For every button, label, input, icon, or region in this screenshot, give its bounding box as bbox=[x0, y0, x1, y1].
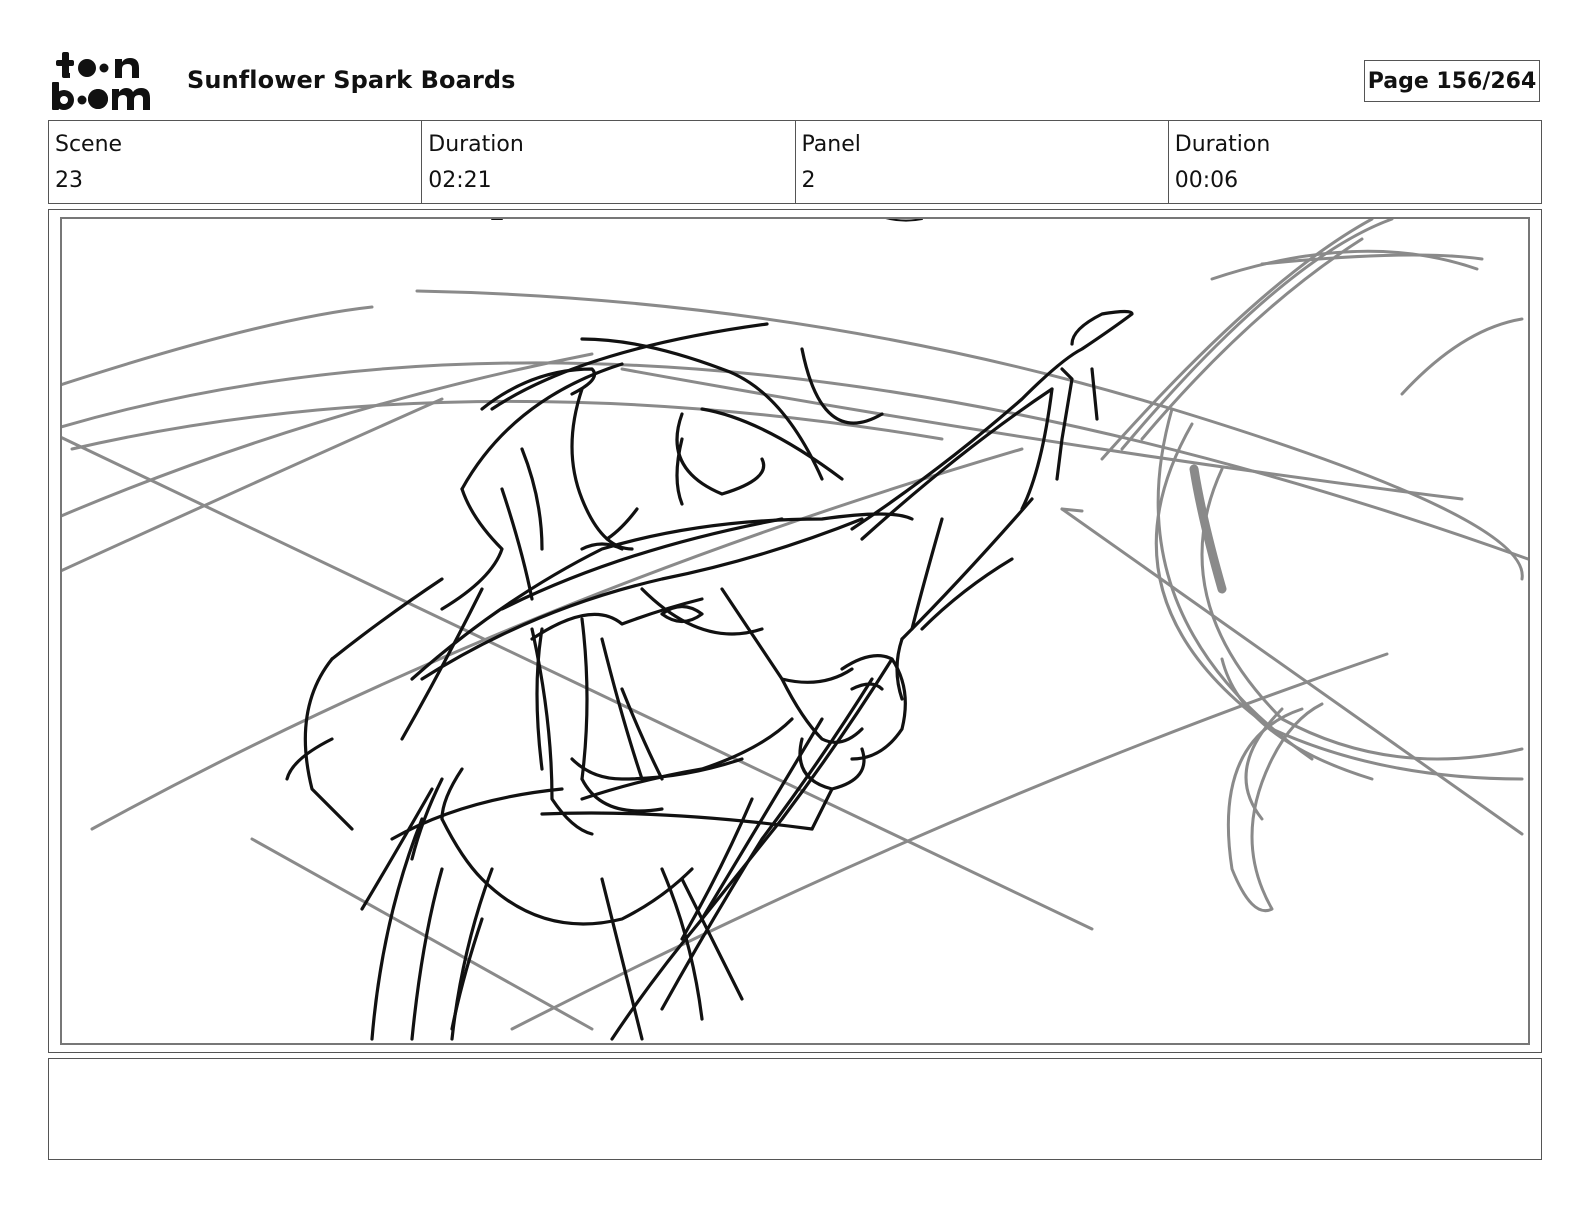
panel-duration-value: 00:06 bbox=[1174, 168, 1239, 193]
storyboard-panel-drawing bbox=[60, 217, 1530, 1045]
panel-cell: Panel 2 bbox=[796, 121, 1169, 203]
scene-value: 23 bbox=[55, 168, 83, 193]
panel-notes bbox=[48, 1058, 1542, 1160]
page-indicator: Page 156/264 bbox=[1364, 60, 1540, 102]
panel-duration-cell: Duration 00:06 bbox=[1169, 121, 1541, 203]
panel-label: Panel bbox=[801, 132, 861, 157]
project-title: Sunflower Spark Boards bbox=[187, 66, 516, 94]
scene-cell: Scene 23 bbox=[49, 121, 423, 203]
scene-duration-value: 02:21 bbox=[428, 168, 492, 193]
panel-duration-label: Duration bbox=[1174, 132, 1271, 157]
scene-duration-label: Duration bbox=[428, 132, 524, 157]
construction-lines bbox=[62, 219, 1528, 1031]
scene-info-table: Scene 23 Duration 02:21 Panel 2 Duration… bbox=[48, 120, 1542, 204]
toonboom-logo bbox=[52, 52, 164, 112]
scene-label: Scene bbox=[55, 132, 123, 157]
scene-duration-cell: Duration 02:21 bbox=[422, 121, 796, 203]
panel-value: 2 bbox=[801, 168, 816, 193]
